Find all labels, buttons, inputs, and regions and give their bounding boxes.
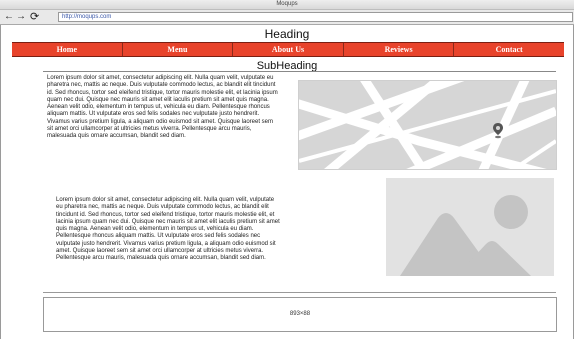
subheading-divider xyxy=(43,71,556,72)
image-placeholder-icon xyxy=(386,178,554,276)
window-title-bar: Moqups xyxy=(0,0,574,10)
nav-item-home[interactable]: Home xyxy=(12,43,123,56)
map-pin-icon xyxy=(493,123,503,139)
map-placeholder xyxy=(298,80,557,170)
address-bar[interactable]: http://moqups.com xyxy=(58,12,573,22)
image-placeholder xyxy=(386,178,554,276)
window-title: Moqups xyxy=(276,1,298,7)
forward-arrow-icon[interactable]: → xyxy=(16,11,26,23)
map-roads xyxy=(299,81,556,169)
nav-item-about-us[interactable]: About Us xyxy=(233,43,344,56)
nav-item-menu[interactable]: Menu xyxy=(123,43,234,56)
footer-size-label: 893×88 xyxy=(289,311,311,317)
browser-toolbar: ← → ⟳ http://moqups.com xyxy=(0,10,574,25)
footer-divider xyxy=(43,292,556,293)
nav-item-reviews[interactable]: Reviews xyxy=(344,43,455,56)
nav-item-contact[interactable]: Contact xyxy=(454,43,564,56)
main-nav: Home Menu About Us Reviews Contact xyxy=(12,42,564,57)
page-heading: Heading xyxy=(264,27,310,41)
reload-icon[interactable]: ⟳ xyxy=(30,11,39,23)
body-paragraph-1: Lorem ipsum dolor sit amet, consectetur … xyxy=(47,75,278,140)
back-arrow-icon[interactable]: ← xyxy=(4,11,14,23)
body-paragraph-2: Lorem ipsum dolor sit amet, consectetur … xyxy=(56,197,280,262)
footer-placeholder: 893×88 xyxy=(43,297,557,332)
